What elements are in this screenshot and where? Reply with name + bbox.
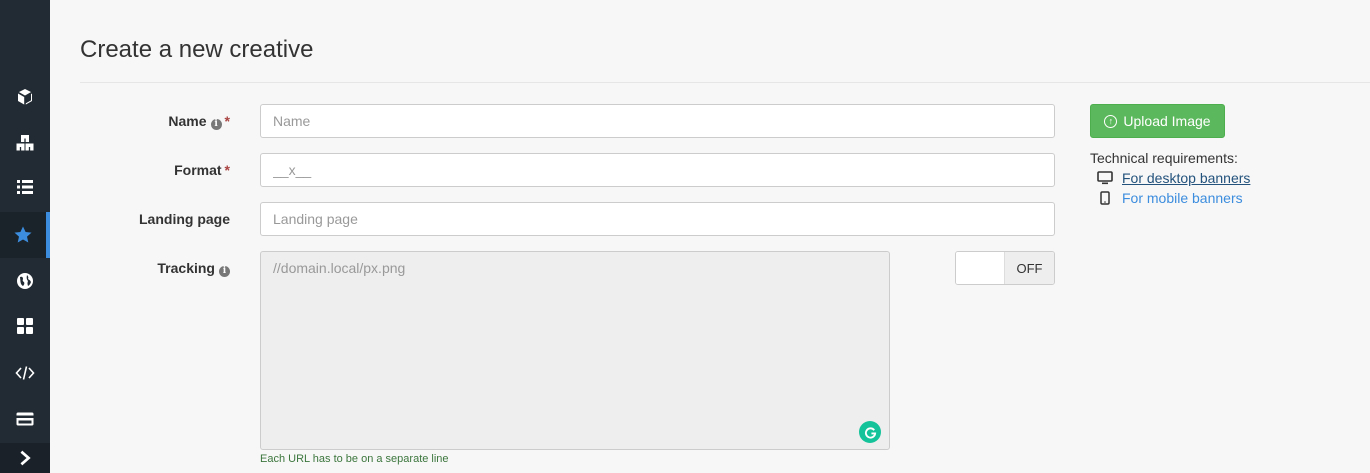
sidebar-item-code[interactable] [0, 350, 50, 396]
tracking-label-text: Tracking [157, 260, 215, 276]
info-icon[interactable]: i [219, 266, 230, 277]
sidebar-item-grid[interactable] [0, 303, 50, 349]
page-title: Create a new creative [80, 36, 314, 63]
tracking-toggle[interactable]: OFF [955, 251, 1055, 285]
sidebar-expand-toggle[interactable] [0, 443, 50, 473]
sidebar-item-list[interactable] [0, 164, 50, 210]
mobile-icon [1096, 191, 1114, 205]
landing-page-input[interactable] [260, 202, 1055, 236]
name-label-text: Name [168, 113, 207, 129]
sidebar-item-globe[interactable] [0, 258, 50, 304]
mobile-requirements-row: For mobile banners [1096, 190, 1243, 206]
sidebar-item-favorites[interactable] [0, 212, 50, 258]
name-label: Name i * [58, 113, 230, 130]
toggle-state-label: OFF [1005, 252, 1054, 284]
tracking-textarea[interactable] [260, 251, 890, 450]
upload-image-button[interactable]: ↑ Upload Image [1090, 104, 1225, 138]
upload-icon: ↑ [1104, 114, 1118, 128]
grid-icon [17, 318, 33, 334]
mobile-banners-link[interactable]: For mobile banners [1122, 190, 1243, 206]
desktop-banners-link[interactable]: For desktop banners [1122, 170, 1250, 186]
format-label: Format * [58, 162, 230, 178]
globe-icon [17, 273, 33, 289]
desktop-icon [1096, 171, 1114, 185]
star-icon [14, 226, 32, 243]
chevron-right-icon [20, 450, 31, 466]
sidebar [0, 0, 50, 473]
technical-requirements-heading: Technical requirements: [1090, 150, 1238, 166]
name-input[interactable] [260, 104, 1055, 138]
sidebar-item-cube[interactable] [0, 74, 50, 120]
tracking-label: Tracking i [58, 260, 230, 277]
landing-page-label-text: Landing page [139, 211, 230, 227]
cube-icon [17, 89, 33, 105]
required-marker: * [224, 162, 230, 178]
sidebar-item-billing[interactable] [0, 396, 50, 442]
format-input[interactable] [260, 153, 1055, 187]
toggle-knob [956, 252, 1005, 284]
format-label-text: Format [174, 162, 222, 178]
desktop-requirements-row: For desktop banners [1096, 170, 1250, 186]
upload-image-label: Upload Image [1123, 113, 1211, 129]
cubes-icon [16, 135, 34, 151]
code-icon [15, 366, 35, 380]
grammarly-icon[interactable] [859, 421, 881, 443]
tracking-help-text: Each URL has to be on a separate line [260, 453, 449, 465]
list-icon [17, 180, 33, 194]
landing-page-label: Landing page [58, 211, 230, 227]
info-icon[interactable]: i [210, 119, 222, 130]
credit-card-icon [16, 412, 34, 426]
sidebar-item-cubes[interactable] [0, 120, 50, 166]
required-marker: * [224, 113, 230, 129]
title-divider [80, 82, 1370, 83]
